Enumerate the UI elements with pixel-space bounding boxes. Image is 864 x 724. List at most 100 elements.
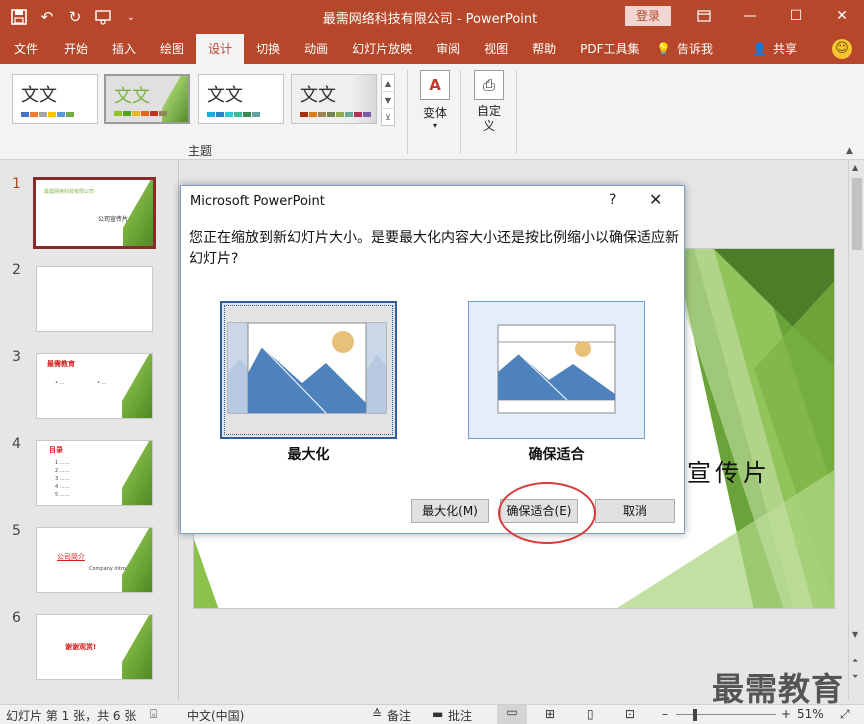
tab-home[interactable]: 开始	[52, 34, 100, 64]
tab-file[interactable]: 文件	[0, 34, 52, 64]
thumbnail-title: 公司简介	[57, 553, 85, 561]
fit-to-window-icon[interactable]: ⤢	[840, 707, 850, 722]
thumbnail-list: 1 ...... 2 ...... 3 ...... 4 ...... 5 ......	[55, 460, 70, 498]
tab-animations[interactable]: 动画	[292, 34, 340, 64]
vertical-scrollbar[interactable]: ▲ ▼ ⏶ ⏷	[848, 160, 864, 700]
slide-title-text: 宣传片	[687, 459, 771, 487]
ribbon-tabs: 文件 开始 插入 绘图 设计 切换 动画 幻灯片放映 审阅 视图 帮助 PDF工…	[0, 34, 864, 64]
customize-label: 自定义	[476, 104, 501, 133]
save-icon[interactable]	[8, 6, 30, 28]
minimize-icon[interactable]: —	[730, 4, 770, 28]
person-icon: 👤	[752, 42, 767, 56]
ribbon-display-options-icon[interactable]	[684, 4, 724, 28]
comments-button[interactable]: 批注	[448, 707, 472, 724]
gallery-more-icon[interactable]: ⊻	[382, 109, 394, 126]
zoom-in-icon[interactable]: +	[781, 707, 791, 721]
dialog-title: Microsoft PowerPoint	[190, 194, 325, 209]
ensure-fit-option[interactable]	[468, 301, 645, 439]
theme-sample-text: 文文	[21, 85, 57, 106]
language-status[interactable]: 中文(中国)	[187, 707, 244, 724]
cancel-button[interactable]: 取消	[595, 499, 675, 523]
thumbnail-green-accent	[122, 354, 152, 418]
customize-slide-size-icon: ⎙	[474, 70, 504, 100]
collapse-ribbon-icon[interactable]: ▲	[846, 146, 858, 156]
login-button[interactable]: 登录	[625, 6, 671, 26]
theme-facet-selected[interactable]: 文文	[104, 74, 190, 124]
tell-me-box[interactable]: 💡 告诉我	[656, 34, 713, 64]
thumbnail-green-accent	[123, 180, 153, 246]
maximize-icon[interactable]: ☐	[776, 4, 816, 28]
theme-color-bars	[300, 112, 371, 117]
ribbon-separator	[460, 70, 461, 154]
zoom-slider[interactable]	[676, 714, 776, 715]
notes-button[interactable]: 备注	[387, 707, 411, 724]
zoom-slider-thumb[interactable]	[693, 709, 697, 721]
maximize-option-label: 最大化	[287, 447, 330, 463]
zoom-level[interactable]: 51%	[797, 707, 824, 721]
close-window-icon[interactable]: ✕	[822, 4, 862, 28]
present-from-start-icon[interactable]	[92, 6, 114, 28]
tab-view[interactable]: 视图	[472, 34, 520, 64]
feedback-smiley-icon[interactable]: ☺	[832, 39, 852, 59]
ribbon-separator	[407, 70, 408, 154]
comments-icon: ▬	[432, 707, 444, 721]
previous-slide-icon[interactable]: ⏶	[852, 656, 858, 666]
slide-count-status: 幻灯片 第 1 张，共 6 张	[6, 709, 137, 723]
tab-design[interactable]: 设计	[196, 34, 245, 64]
slide-thumbnail-5[interactable]: 公司简介 Company introduction	[36, 527, 153, 593]
zoom-out-icon[interactable]: –	[662, 707, 668, 721]
theme-integral[interactable]: 文文	[198, 74, 284, 124]
slide-thumbnail-2[interactable]	[36, 266, 153, 332]
thumbnail-number: 3	[12, 349, 21, 365]
tab-help[interactable]: 帮助	[520, 34, 568, 64]
thumbnail-number: 2	[12, 262, 21, 278]
maximize-preview-icon	[227, 322, 387, 414]
ensure-fit-option-label: 确保适合	[528, 447, 585, 463]
theme-ion[interactable]: 文文	[291, 74, 377, 124]
tab-draw[interactable]: 绘图	[148, 34, 196, 64]
highlight-circle-annotation	[498, 482, 596, 544]
slide-thumbnail-1[interactable]: 最需网络科技有限公司 公司宣传片	[33, 177, 156, 249]
quick-access-toolbar: ↶ ↻ ⌄	[8, 6, 142, 28]
maximize-button[interactable]: 最大化(M)	[411, 499, 489, 523]
tab-pdf-tools[interactable]: PDF工具集	[568, 34, 651, 64]
scroll-up-icon[interactable]: ▲	[852, 163, 858, 172]
slide-thumbnail-4[interactable]: 目录 1 ...... 2 ...... 3 ...... 4 ...... 5 ...…	[36, 440, 153, 506]
redo-icon[interactable]: ↻	[64, 6, 86, 28]
ribbon-separator	[516, 70, 517, 154]
slide-thumbnail-3[interactable]: 最需教育 • ... • ...	[36, 353, 153, 419]
thumbnail-number: 1	[12, 176, 21, 192]
next-slide-icon[interactable]: ⏷	[852, 672, 858, 682]
variants-button[interactable]: A 变体 ▾	[412, 68, 458, 130]
gallery-up-icon[interactable]: ▲	[382, 75, 394, 92]
customize-toolbar-icon[interactable]: ⌄	[120, 6, 142, 28]
reading-view-icon[interactable]: ▯	[587, 707, 594, 721]
tab-review[interactable]: 审阅	[424, 34, 472, 64]
scrollbar-thumb[interactable]	[852, 178, 862, 250]
dialog-close-icon[interactable]: ✕	[649, 190, 662, 209]
theme-office[interactable]: 文文	[12, 74, 98, 124]
customize-button[interactable]: ⎙ 自定义	[466, 68, 512, 134]
scroll-down-icon[interactable]: ▼	[852, 630, 858, 639]
slide-thumbnail-6[interactable]: 谢谢观赏!	[36, 614, 153, 680]
accessibility-icon[interactable]: ⌺	[150, 707, 157, 722]
slideshow-view-icon[interactable]: ⊡	[625, 707, 635, 721]
slide-size-dialog: Microsoft PowerPoint ? ✕ 您正在缩放到新幻灯片大小。是要…	[180, 185, 685, 534]
normal-view-icon[interactable]: ▭	[497, 705, 527, 724]
status-bar: 幻灯片 第 1 张，共 6 张 ⌺ 中文(中国) ≙ 备注 ▬ 批注 ▭ ⊞ ▯…	[0, 704, 864, 724]
slide-sorter-icon[interactable]: ⊞	[545, 707, 555, 721]
tell-me-label: 告诉我	[676, 42, 713, 56]
thumbnail-green-accent	[122, 615, 152, 679]
tab-slideshow[interactable]: 幻灯片放映	[340, 34, 424, 64]
theme-sample-text: 文文	[207, 85, 243, 106]
tab-transitions[interactable]: 切换	[244, 34, 292, 64]
variants-icon: A	[420, 70, 450, 100]
maximize-option[interactable]	[220, 301, 397, 439]
gallery-down-icon[interactable]: ▼	[382, 92, 394, 109]
tab-insert[interactable]: 插入	[100, 34, 148, 64]
share-button[interactable]: 👤 共享	[752, 34, 797, 64]
theme-color-bars	[114, 111, 167, 116]
ensure-fit-preview-icon	[497, 324, 616, 414]
help-button[interactable]: ?	[609, 192, 616, 208]
undo-icon[interactable]: ↶	[36, 6, 58, 28]
